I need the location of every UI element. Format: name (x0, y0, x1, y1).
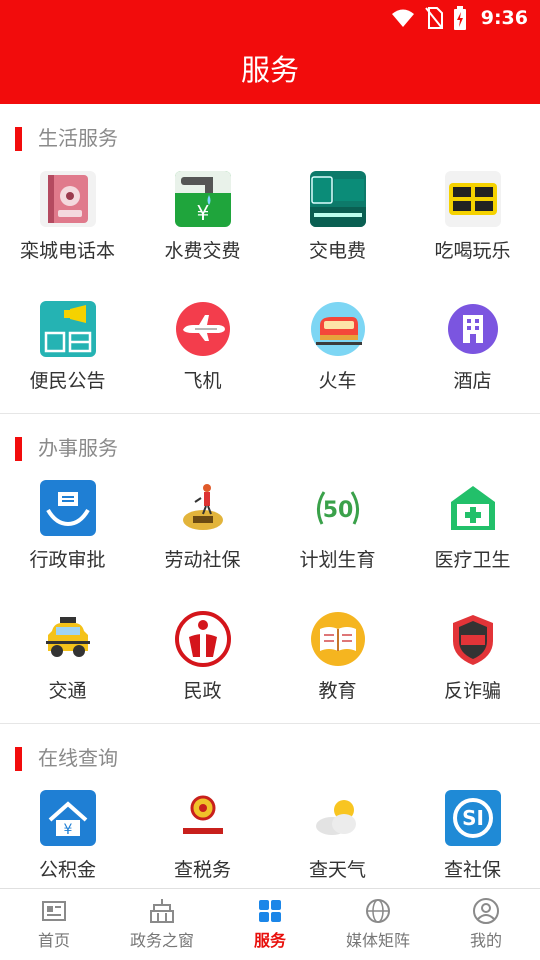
wifi-icon (391, 9, 414, 27)
tab-label: 首页 (37, 931, 70, 950)
service-label: 医疗卫生 (434, 549, 511, 571)
section-marker (15, 127, 22, 151)
service-item-train[interactable]: 火车 (270, 301, 405, 431)
globe-icon (366, 899, 390, 923)
anti-fraud-icon (445, 611, 501, 667)
service-item-civil-affairs[interactable]: 民政 (135, 611, 270, 741)
service-item-housing-fund[interactable]: ¥ 公积金 (0, 790, 135, 888)
phonebook-icon (40, 171, 96, 227)
tax-icon (175, 790, 231, 846)
service-item-medical[interactable]: 医疗卫生 (405, 480, 540, 610)
service-label: 飞机 (183, 370, 222, 392)
family-planning-icon: 50 (310, 480, 366, 536)
svg-text:¥: ¥ (64, 822, 73, 838)
section-online-query: 在线查询 (0, 738, 540, 778)
service-item-phonebook[interactable]: 栾城电话本 (0, 171, 135, 301)
service-item-family-planning[interactable]: 50 计划生育 (270, 480, 405, 610)
hotel-icon (445, 301, 501, 357)
service-item-hotel[interactable]: 酒店 (405, 301, 540, 431)
tab-label: 政务之窗 (129, 931, 194, 950)
government-building-icon (150, 899, 174, 923)
section-affairs-services: 办事服务 (0, 428, 540, 468)
svg-text:¥: ¥ (197, 201, 210, 225)
food-fun-icon (445, 171, 501, 227)
service-label: 查天气 (308, 859, 366, 881)
service-item-weather[interactable]: 查天气 (270, 790, 405, 888)
water-fee-icon: ¥ (175, 171, 231, 227)
section-divider (0, 413, 540, 414)
social-security-icon: SI (445, 790, 501, 846)
service-label: 交通 (48, 680, 87, 702)
service-item-tax[interactable]: 查税务 (135, 790, 270, 888)
tab-label: 服务 (253, 931, 286, 950)
svg-text:SI: SI (462, 806, 484, 830)
taxi-icon (40, 611, 96, 667)
service-item-labor-insurance[interactable]: 劳动社保 (135, 480, 270, 610)
user-icon (473, 898, 499, 924)
service-item-traffic[interactable]: 交通 (0, 611, 135, 741)
civil-affairs-icon (175, 611, 231, 667)
service-label: 民政 (183, 680, 222, 702)
tab-label: 媒体矩阵 (345, 931, 410, 950)
announcement-icon (40, 301, 96, 357)
service-item-water-fee[interactable]: ¥ 水费交费 (135, 171, 270, 301)
tab-services[interactable]: 服务 (216, 889, 324, 960)
section-life-services: 生活服务 (0, 118, 540, 158)
service-label: 计划生育 (299, 549, 376, 571)
bottom-tab-bar: 首页 政务之窗 服务 媒体矩阵 我的 (0, 888, 540, 960)
news-icon (42, 901, 66, 921)
svg-text:50: 50 (323, 498, 354, 523)
status-bar: 9:36 (391, 6, 528, 30)
service-item-approval[interactable]: 行政审批 (0, 480, 135, 610)
tab-government[interactable]: 政务之窗 (108, 889, 216, 960)
education-icon (310, 611, 366, 667)
battery-charging-icon (453, 6, 466, 30)
service-item-announcement[interactable]: 便民公告 (0, 301, 135, 431)
service-label: 交电费 (308, 240, 366, 262)
service-label: 教育 (318, 680, 357, 702)
medical-icon (445, 480, 501, 536)
airplane-icon (175, 301, 231, 357)
service-item-food-fun[interactable]: 吃喝玩乐 (405, 171, 540, 301)
section-marker (15, 747, 22, 771)
app-header: 9:36 服务 (0, 0, 540, 104)
weather-icon (310, 790, 366, 846)
tab-home[interactable]: 首页 (0, 889, 108, 960)
service-item-electric-fee[interactable]: 交电费 (270, 171, 405, 301)
service-label: 吃喝玩乐 (434, 240, 511, 262)
tab-media[interactable]: 媒体矩阵 (324, 889, 432, 960)
service-label: 便民公告 (29, 370, 106, 392)
section-title: 办事服务 (38, 436, 118, 460)
section-title: 在线查询 (38, 746, 118, 770)
section-marker (15, 437, 22, 461)
service-label: 酒店 (453, 370, 492, 392)
service-label: 栾城电话本 (19, 240, 115, 262)
service-item-airplane[interactable]: 飞机 (135, 301, 270, 431)
status-time: 9:36 (480, 7, 528, 29)
service-label: 行政审批 (29, 549, 106, 571)
section-divider (0, 723, 540, 724)
labor-insurance-icon (175, 480, 231, 536)
service-item-anti-fraud[interactable]: 反诈骗 (405, 611, 540, 741)
service-label: 劳动社保 (164, 549, 241, 571)
tab-mine[interactable]: 我的 (432, 889, 540, 960)
service-label: 反诈骗 (443, 680, 501, 702)
no-sim-icon (424, 7, 443, 29)
service-label: 水费交费 (164, 240, 241, 262)
section-title: 生活服务 (38, 126, 118, 150)
service-label: 查税务 (173, 859, 231, 881)
grid-icon (259, 900, 281, 922)
service-label: 公积金 (38, 859, 96, 881)
service-content[interactable]: 生活服务 栾城电话本 ¥ 水费交费 交电费 吃喝玩乐 便民公告 飞机 火车 酒店… (0, 104, 540, 888)
page-title: 服务 (240, 53, 299, 87)
approval-icon (40, 480, 96, 536)
electric-fee-icon (310, 171, 366, 227)
service-label: 火车 (318, 370, 357, 392)
service-item-social-security[interactable]: SI 查社保 (405, 790, 540, 888)
service-item-education[interactable]: 教育 (270, 611, 405, 741)
tab-label: 我的 (469, 931, 502, 950)
housing-fund-icon: ¥ (40, 790, 96, 846)
train-icon (310, 301, 366, 357)
service-label: 查社保 (443, 859, 501, 881)
